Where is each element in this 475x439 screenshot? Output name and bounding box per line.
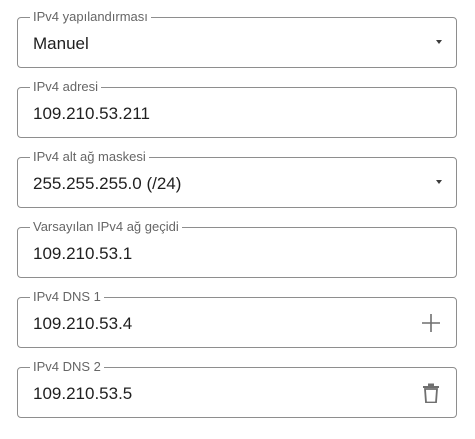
ipv4-gateway-label: Varsayılan IPv4 ağ geçidi (30, 219, 182, 235)
ipv4-configuration-label: IPv4 yapılandırması (30, 9, 151, 25)
ipv4-subnet-mask-select[interactable]: IPv4 alt ağ maskesi 255.255.255.0 (/24) (17, 149, 457, 208)
ipv4-configuration-value: Manuel (33, 34, 89, 53)
ipv4-configuration-select[interactable]: IPv4 yapılandırması Manuel (17, 9, 457, 68)
ipv4-dns1-field[interactable]: IPv4 DNS 1 109.210.53.4 (17, 289, 457, 348)
plus-icon[interactable] (418, 310, 444, 336)
ipv4-dns1-value: 109.210.53.4 (33, 314, 133, 333)
ipv4-dns2-label: IPv4 DNS 2 (30, 359, 104, 375)
ipv4-gateway-field[interactable]: Varsayılan IPv4 ağ geçidi 109.210.53.1 (17, 219, 457, 278)
ipv4-address-value: 109.210.53.211 (33, 104, 150, 123)
trash-icon[interactable] (418, 380, 444, 406)
ipv4-subnet-mask-value: 255.255.255.0 (/24) (33, 174, 182, 193)
ipv4-gateway-value: 109.210.53.1 (33, 244, 133, 263)
chevron-down-icon (436, 40, 442, 44)
chevron-down-icon (436, 180, 442, 184)
ipv4-dns2-value: 109.210.53.5 (33, 384, 133, 403)
ipv4-dns1-label: IPv4 DNS 1 (30, 289, 104, 305)
ipv4-subnet-mask-label: IPv4 alt ağ maskesi (30, 149, 149, 165)
ipv4-dns2-field[interactable]: IPv4 DNS 2 109.210.53.5 (17, 359, 457, 418)
ipv4-address-label: IPv4 adresi (30, 79, 102, 95)
ipv4-address-field[interactable]: IPv4 adresi 109.210.53.211 (17, 79, 457, 138)
